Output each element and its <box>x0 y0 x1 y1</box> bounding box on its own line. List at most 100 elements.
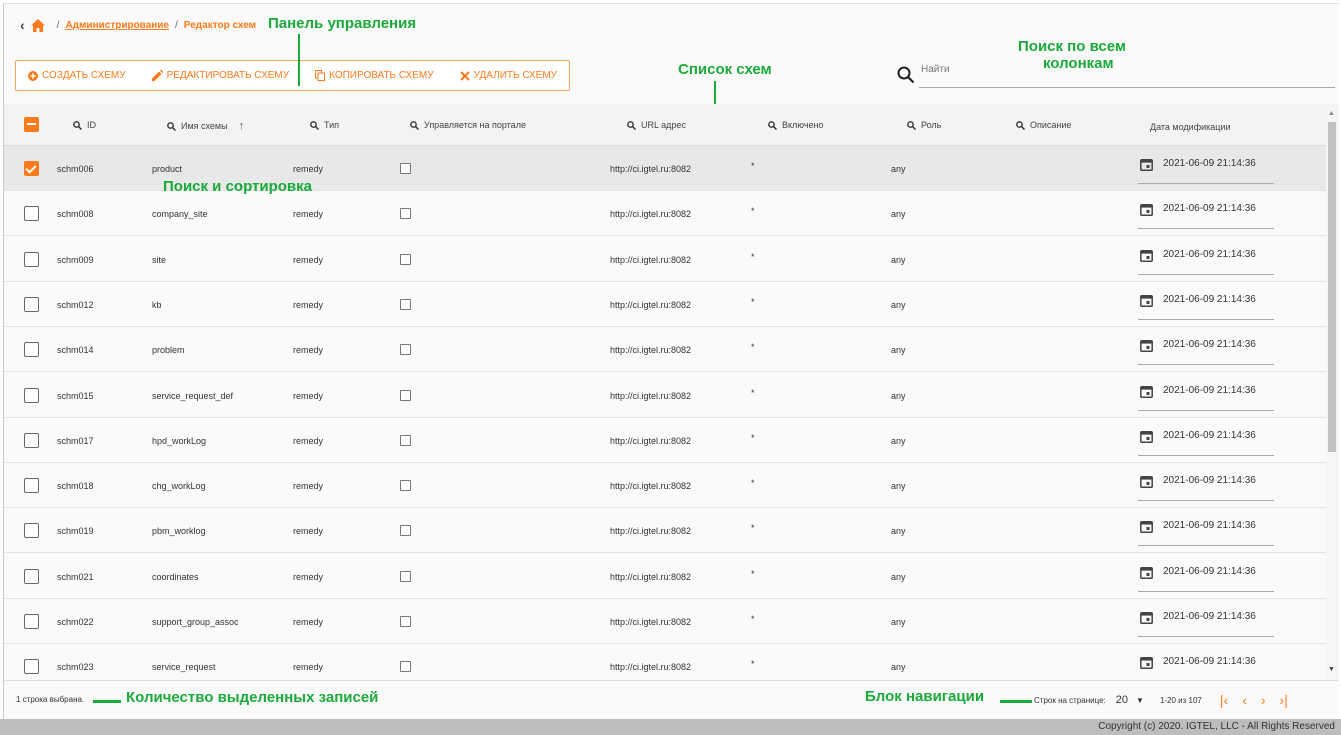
row-checkbox[interactable] <box>24 252 39 267</box>
search-icon[interactable] <box>167 121 176 131</box>
calendar-icon[interactable] <box>1140 385 1153 398</box>
row-checkbox[interactable] <box>24 569 39 584</box>
rows-per-page-select[interactable]: 20 <box>1116 694 1128 706</box>
table-row[interactable]: schm019 pbm_worklog remedy http://ci.igtel.… <box>4 508 1326 553</box>
row-checkbox[interactable] <box>24 478 39 493</box>
date-field[interactable]: 2021-06-09 21:14:36 <box>1138 249 1274 275</box>
date-field[interactable]: 2021-06-09 21:14:36 <box>1138 294 1274 320</box>
column-header-name[interactable]: Имя схемы ↑ <box>167 120 244 132</box>
prev-page-icon[interactable]: ‹ <box>1242 692 1247 708</box>
column-header-enabled[interactable]: Включено <box>768 120 824 130</box>
first-page-icon[interactable]: |‹ <box>1220 692 1228 708</box>
portal-checkbox[interactable] <box>400 525 411 536</box>
next-page-icon[interactable]: › <box>1261 692 1266 708</box>
row-checkbox[interactable] <box>24 206 39 221</box>
column-header-type[interactable]: Тип <box>310 120 339 130</box>
search-icon[interactable] <box>310 120 319 130</box>
portal-checkbox[interactable] <box>400 616 411 627</box>
row-checkbox[interactable] <box>24 297 39 312</box>
search-icon[interactable] <box>627 120 636 130</box>
portal-checkbox[interactable] <box>400 299 411 310</box>
edit-scheme-button[interactable]: РЕДАКТИРОВАТЬ СХЕМУ <box>151 70 289 81</box>
delete-scheme-button[interactable]: УДАЛИТЬ СХЕМУ <box>459 70 557 81</box>
search-icon[interactable] <box>410 120 419 130</box>
vertical-scrollbar[interactable]: ▲ ▼ <box>1326 104 1338 680</box>
column-header-portal[interactable]: Управляется на портале <box>410 120 526 130</box>
column-header-description[interactable]: Описание <box>1016 120 1071 130</box>
column-header-modified[interactable]: Дата модификации <box>1150 122 1231 132</box>
table-row[interactable]: schm022 support_group_assoc remedy http://c… <box>4 599 1326 644</box>
date-field[interactable]: 2021-06-09 21:14:36 <box>1138 656 1274 680</box>
row-checkbox[interactable] <box>24 342 39 357</box>
select-all-checkbox[interactable] <box>24 117 39 132</box>
table-row[interactable]: schm023 service_request remedy http://ci.ig… <box>4 644 1326 680</box>
breadcrumb-admin-link[interactable]: Администрирование <box>65 20 169 31</box>
table-row[interactable]: schm018 chg_workLog remedy http://ci.igtel.… <box>4 463 1326 508</box>
date-field[interactable]: 2021-06-09 21:14:36 <box>1138 203 1274 229</box>
scrollbar-thumb[interactable] <box>1328 122 1336 452</box>
calendar-icon[interactable] <box>1140 611 1153 624</box>
table-row[interactable]: schm017 hpd_workLog remedy http://ci.igtel.… <box>4 418 1326 463</box>
cell-enabled: * <box>751 569 755 579</box>
calendar-icon[interactable] <box>1140 430 1153 443</box>
search-icon[interactable] <box>907 120 916 130</box>
row-checkbox[interactable] <box>24 614 39 629</box>
row-checkbox[interactable] <box>24 659 39 674</box>
portal-checkbox[interactable] <box>400 344 411 355</box>
calendar-icon[interactable] <box>1140 339 1153 352</box>
portal-checkbox[interactable] <box>400 571 411 582</box>
column-header-id[interactable]: ID <box>73 120 96 130</box>
search-input[interactable] <box>919 62 1335 88</box>
calendar-icon[interactable] <box>1140 249 1153 262</box>
row-checkbox[interactable] <box>24 161 39 176</box>
portal-checkbox[interactable] <box>400 661 411 672</box>
home-icon[interactable] <box>30 18 45 32</box>
portal-checkbox[interactable] <box>400 480 411 491</box>
date-field[interactable]: 2021-06-09 21:14:36 <box>1138 611 1274 637</box>
table-row[interactable]: schm021 coordinates remedy http://ci.igtel.… <box>4 554 1326 599</box>
portal-checkbox[interactable] <box>400 435 411 446</box>
date-field[interactable]: 2021-06-09 21:14:36 <box>1138 430 1274 456</box>
column-header-role[interactable]: Роль <box>907 120 941 130</box>
search-icon[interactable] <box>73 120 82 130</box>
table-row[interactable]: schm014 problem remedy http://ci.igtel.ru:8… <box>4 327 1326 372</box>
date-field[interactable]: 2021-06-09 21:14:36 <box>1138 566 1274 592</box>
calendar-icon[interactable] <box>1140 520 1153 533</box>
calendar-icon[interactable] <box>1140 158 1153 171</box>
last-page-icon[interactable]: ›| <box>1280 692 1288 708</box>
cell-url: http://ci.igtel.ru:8082 <box>610 481 692 491</box>
row-checkbox[interactable] <box>24 388 39 403</box>
portal-checkbox[interactable] <box>400 208 411 219</box>
date-field[interactable]: 2021-06-09 21:14:36 <box>1138 475 1274 501</box>
row-checkbox[interactable] <box>24 433 39 448</box>
table-row[interactable]: schm008 company_site remedy http://ci.igtel… <box>4 191 1326 236</box>
create-scheme-button[interactable]: СОЗДАТЬ СХЕМУ <box>28 70 126 81</box>
search-icon[interactable] <box>1016 120 1025 130</box>
column-header-url[interactable]: URL адрес <box>627 120 686 130</box>
portal-checkbox[interactable] <box>400 254 411 265</box>
chevron-left-icon[interactable]: ‹ <box>20 17 25 33</box>
calendar-icon[interactable] <box>1140 203 1153 216</box>
calendar-icon[interactable] <box>1140 566 1153 579</box>
scroll-up-icon[interactable]: ▲ <box>1328 110 1335 117</box>
chevron-down-icon[interactable]: ▼ <box>1136 696 1144 705</box>
calendar-icon[interactable] <box>1140 294 1153 307</box>
date-field[interactable]: 2021-06-09 21:14:36 <box>1138 385 1274 411</box>
table-row[interactable]: schm012 kb remedy http://ci.igtel.ru:8082 * a… <box>4 282 1326 327</box>
sort-arrow-up-icon[interactable]: ↑ <box>239 120 245 132</box>
portal-checkbox[interactable] <box>400 390 411 401</box>
cell-enabled: * <box>751 478 755 488</box>
copy-scheme-button[interactable]: КОПИРОВАТЬ СХЕМУ <box>315 70 434 81</box>
table-row[interactable]: schm009 site remedy http://ci.igtel.ru:8082… <box>4 237 1326 282</box>
date-field[interactable]: 2021-06-09 21:14:36 <box>1138 520 1274 546</box>
calendar-icon[interactable] <box>1140 475 1153 488</box>
search-icon[interactable] <box>768 120 777 130</box>
calendar-icon[interactable] <box>1140 656 1153 669</box>
row-checkbox[interactable] <box>24 523 39 538</box>
date-field[interactable]: 2021-06-09 21:14:36 <box>1138 158 1274 184</box>
table-row[interactable]: schm015 service_request_def remedy http://c… <box>4 373 1326 418</box>
cell-url: http://ci.igtel.ru:8082 <box>610 255 692 265</box>
portal-checkbox[interactable] <box>400 163 411 174</box>
scroll-down-icon[interactable]: ▼ <box>1328 666 1335 673</box>
date-field[interactable]: 2021-06-09 21:14:36 <box>1138 339 1274 365</box>
